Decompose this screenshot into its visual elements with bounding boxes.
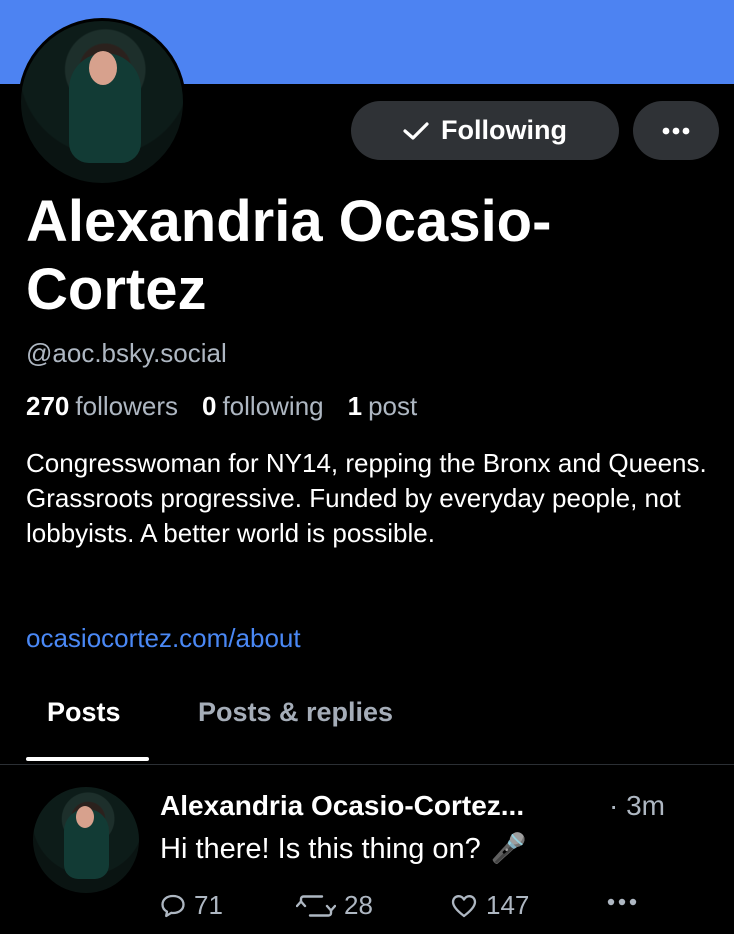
like-count: 147	[486, 890, 530, 920]
post-author-name[interactable]: Alexandria Ocasio-Cortez...	[160, 790, 524, 822]
repost-button[interactable]: 28	[296, 890, 373, 921]
profile-handle: @aoc.bsky.social	[26, 338, 227, 368]
post-author-avatar[interactable]	[33, 787, 139, 893]
profile-name: Alexandria Ocasio-Cortez	[26, 189, 552, 322]
tab-posts[interactable]: Posts	[47, 697, 121, 728]
active-tab-indicator	[26, 757, 149, 761]
posts-stat: 1 post	[348, 391, 418, 422]
post-more-button[interactable]	[607, 898, 637, 906]
following-count: 0	[201, 391, 217, 421]
profile-avatar[interactable]	[18, 18, 186, 186]
profile-stats: 270 followers 0 following 1 post	[26, 391, 417, 422]
following-button-label: Following	[441, 115, 567, 145]
avatar-head	[89, 51, 117, 85]
following-label: following	[222, 391, 324, 421]
comment-icon	[161, 894, 185, 917]
following-stat[interactable]: 0 following	[202, 391, 324, 422]
avatar-head	[76, 806, 94, 828]
microphone-emoji: 🎤	[490, 833, 527, 865]
checkmark-icon	[403, 121, 429, 140]
ellipsis-icon	[662, 127, 690, 134]
ellipsis-icon	[607, 898, 637, 906]
followers-stat[interactable]: 270 followers	[26, 391, 178, 422]
reply-count: 71	[194, 890, 223, 920]
followers-label: followers	[75, 391, 178, 421]
like-button[interactable]: 147	[450, 890, 529, 921]
reply-button[interactable]: 71	[160, 890, 223, 921]
profile-link[interactable]: ocasiocortez.com/about	[26, 623, 301, 654]
followers-count: 270	[26, 391, 70, 421]
repost-icon	[296, 894, 336, 917]
following-button[interactable]: Following	[351, 101, 619, 160]
repost-count: 28	[344, 890, 373, 920]
posts-label: post	[368, 391, 418, 421]
post-text: Hi there! Is this thing on? 🎤	[160, 832, 527, 866]
posts-count: 1	[347, 391, 363, 421]
feed-divider	[0, 764, 734, 765]
profile-bio: Congresswoman for NY14, repping the Bron…	[26, 448, 707, 548]
post-timestamp[interactable]: · 3m	[609, 790, 665, 822]
more-options-button[interactable]	[633, 101, 719, 160]
post-text-content: Hi there! Is this thing on?	[160, 832, 481, 865]
tab-posts-and-replies[interactable]: Posts & replies	[198, 697, 393, 728]
heart-icon	[451, 894, 477, 917]
